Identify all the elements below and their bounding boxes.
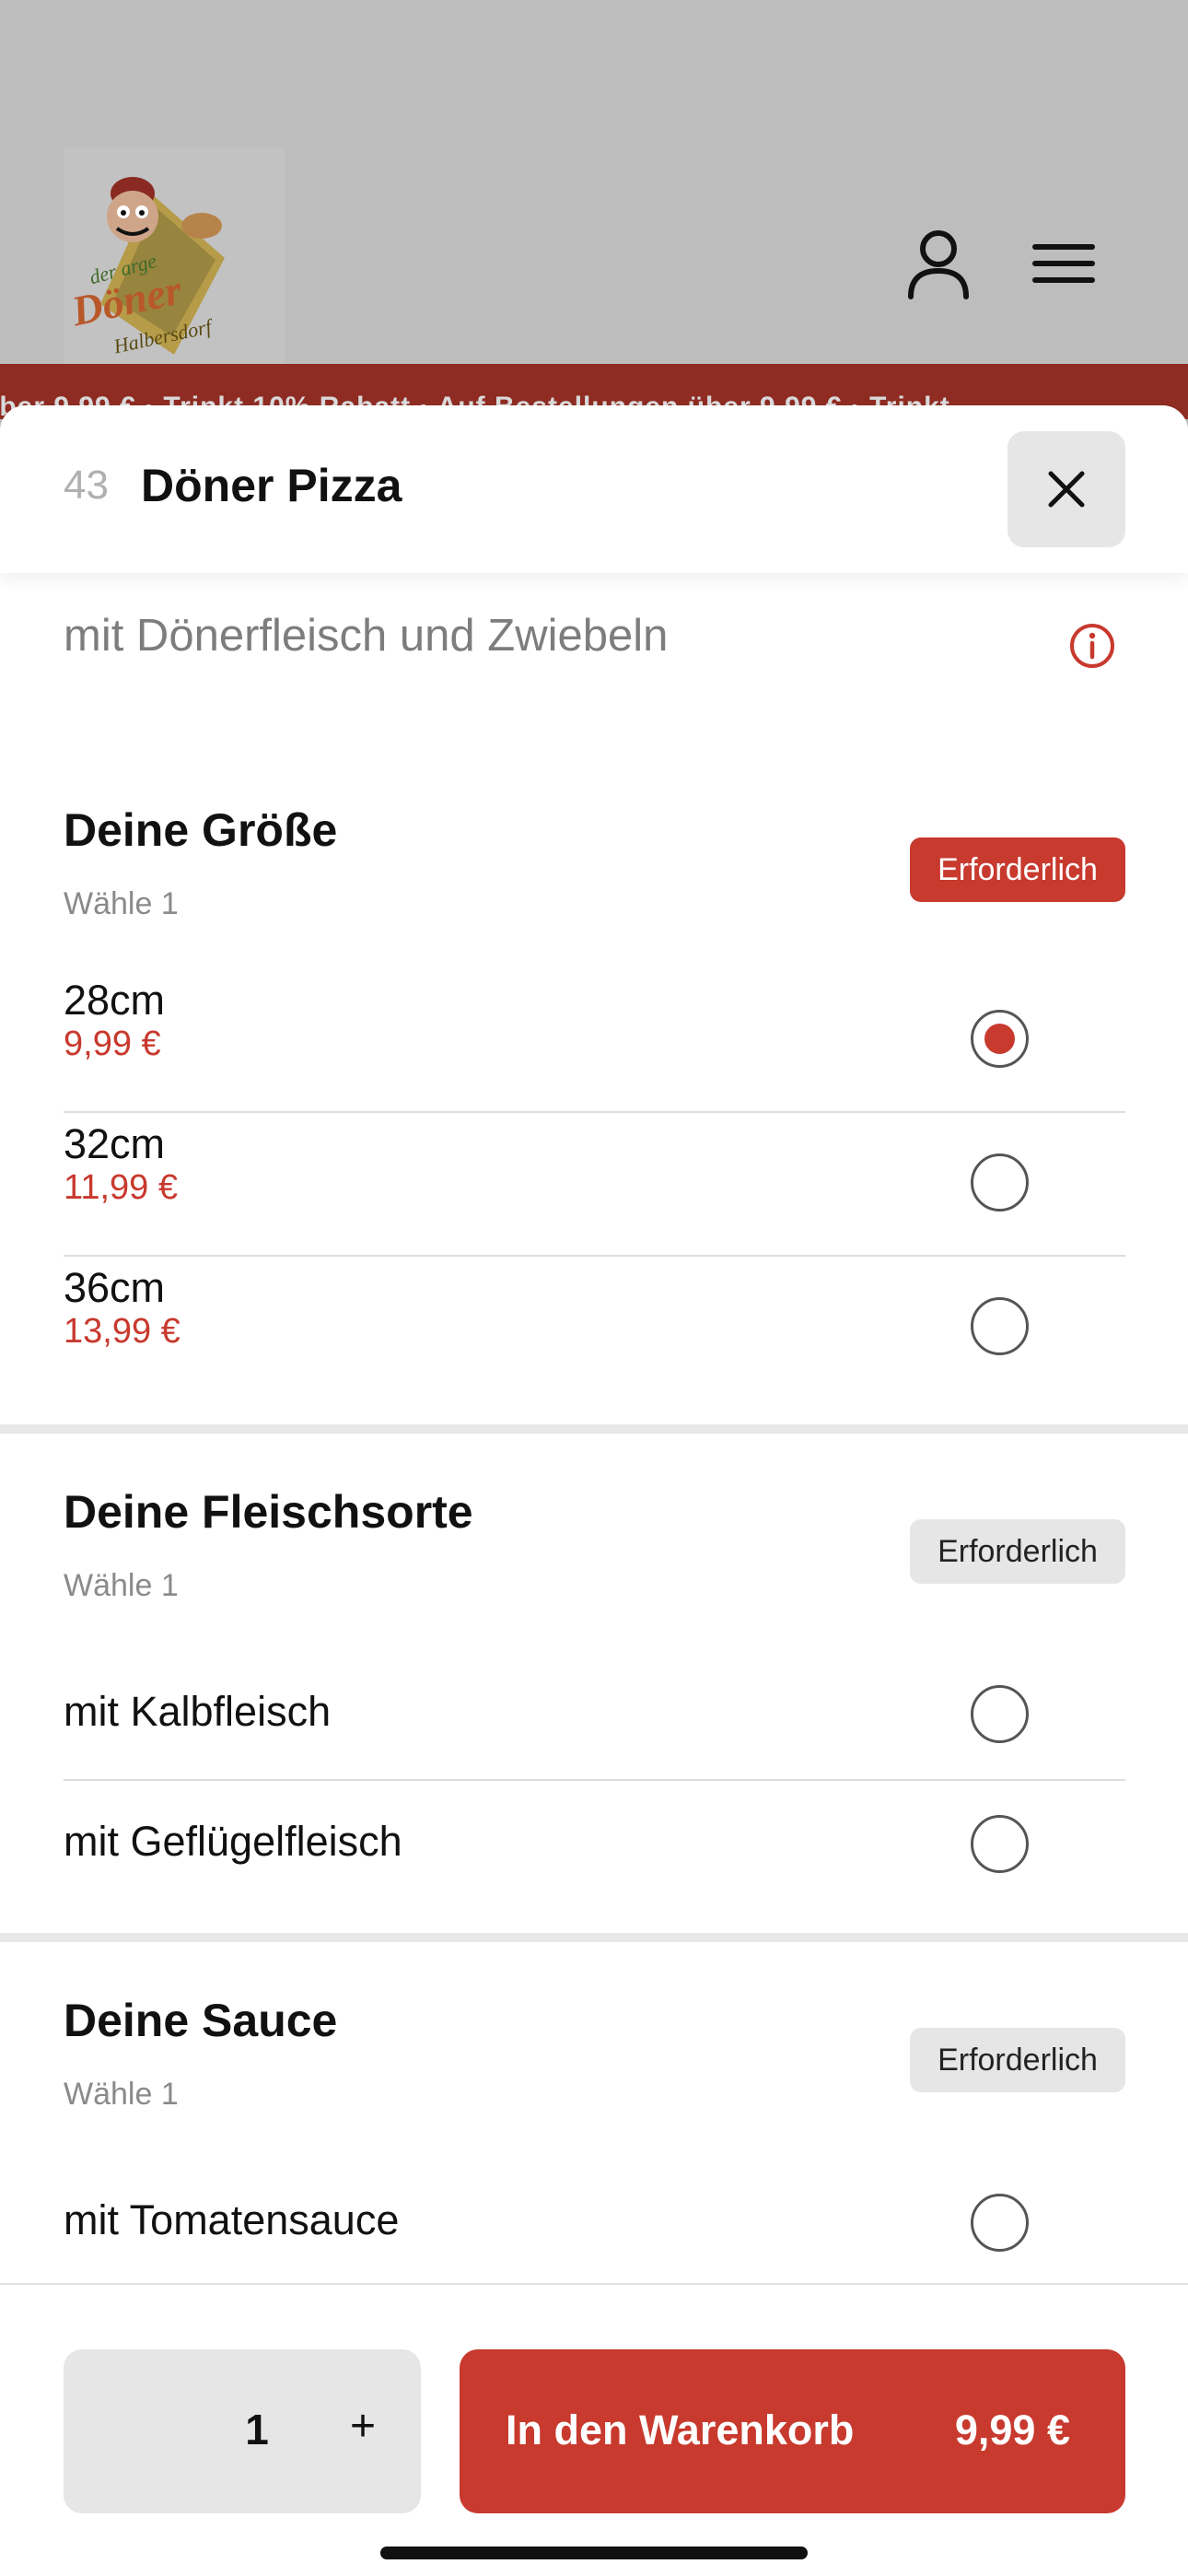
group-subtitle-sauce: Wähle 1: [64, 2077, 179, 2112]
home-indicator: [380, 2547, 808, 2559]
section-separator: [0, 1933, 1188, 1942]
item-title: Döner Pizza: [141, 460, 402, 511]
option-price: 13,99 €: [64, 1312, 181, 1351]
option-size-28cm[interactable]: 28cm 9,99 €: [64, 977, 1125, 1106]
option-sauce-tomate[interactable]: mit Tomatensauce: [64, 2196, 1125, 2289]
option-label: mit Geflügelfleisch: [64, 1818, 402, 1865]
quantity-increase-button[interactable]: +: [331, 2401, 395, 2452]
item-description: mit Dönerfleisch und Zwiebeln: [64, 611, 669, 661]
group-title-size: Deine Größe: [64, 804, 338, 856]
radio-sauce-tomate[interactable]: [971, 2194, 1029, 2252]
section-separator: [0, 1424, 1188, 1434]
group-subtitle-size: Wähle 1: [64, 886, 179, 921]
option-label: 32cm: [64, 1120, 166, 1167]
quantity-stepper[interactable]: 1 +: [64, 2349, 421, 2513]
restaurant-logo[interactable]: der arge Döner Halbersdorf: [64, 147, 285, 373]
option-label: mit Kalbfleisch: [64, 1688, 332, 1735]
divider: [64, 1779, 1125, 1781]
close-icon: [1048, 471, 1085, 508]
quantity-value: 1: [245, 2406, 269, 2453]
radio-meat-kalb[interactable]: [971, 1685, 1029, 1743]
logo-graphic: der arge Döner Halbersdorf: [67, 177, 225, 358]
required-badge-sauce: Erforderlich: [910, 2028, 1125, 2092]
add-to-cart-footer: 1 + In den Warenkorb 9,99 €: [0, 2283, 1188, 2576]
group-title-meat: Deine Fleischsorte: [64, 1486, 473, 1538]
radio-size-32cm[interactable]: [971, 1153, 1029, 1212]
radio-size-28cm[interactable]: [971, 1010, 1029, 1068]
sheet-header: 43 Döner Pizza: [0, 405, 1188, 573]
hamburger-menu-icon[interactable]: [1022, 221, 1105, 304]
group-subtitle-meat: Wähle 1: [64, 1568, 179, 1603]
option-label: 36cm: [64, 1264, 166, 1311]
option-label: 28cm: [64, 977, 166, 1024]
option-size-36cm[interactable]: 36cm 13,99 €: [64, 1264, 1125, 1393]
required-badge-size: Erforderlich: [910, 837, 1125, 902]
option-meat-kalb[interactable]: mit Kalbfleisch: [64, 1688, 1125, 1780]
divider: [64, 1255, 1125, 1257]
add-to-cart-label: In den Warenkorb: [506, 2406, 855, 2453]
add-to-cart-price: 9,99 €: [954, 2406, 1070, 2453]
product-options-sheet: 43 Döner Pizza mit Dönerfleisch und Zwie…: [0, 405, 1188, 2576]
radio-meat-gefluegel[interactable]: [971, 1815, 1029, 1873]
group-title-sauce: Deine Sauce: [64, 1995, 338, 2046]
site-header: der arge Döner Halbersdorf: [0, 0, 1188, 373]
item-number: 43: [64, 463, 109, 508]
required-badge-meat: Erforderlich: [910, 1519, 1125, 1584]
option-size-32cm[interactable]: 32cm 11,99 €: [64, 1120, 1125, 1249]
option-meat-gefluegel[interactable]: mit Geflügelfleisch: [64, 1818, 1125, 1910]
info-icon[interactable]: [1068, 622, 1116, 670]
close-button[interactable]: [1007, 431, 1125, 547]
divider: [64, 1111, 1125, 1113]
add-to-cart-button[interactable]: In den Warenkorb 9,99 €: [460, 2349, 1125, 2513]
option-label: mit Tomatensauce: [64, 2196, 400, 2243]
option-price: 11,99 €: [64, 1168, 178, 1207]
option-price: 9,99 €: [64, 1025, 161, 1063]
account-icon[interactable]: [897, 221, 980, 304]
radio-size-36cm[interactable]: [971, 1297, 1029, 1355]
